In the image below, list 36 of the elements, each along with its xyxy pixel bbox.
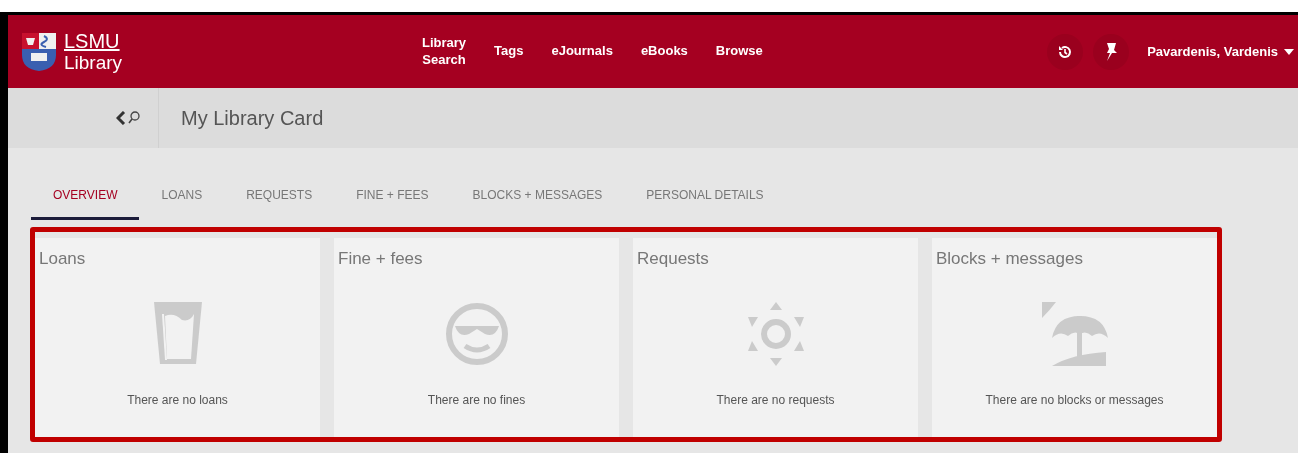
- empty-message: There are no fines: [426, 392, 527, 409]
- sun-icon: [747, 302, 804, 367]
- pin-button[interactable]: [1093, 33, 1130, 70]
- nav-link[interactable]: Tags: [480, 15, 538, 88]
- empty-message: There are no blocks or messages: [984, 392, 1165, 409]
- history-icon: [1057, 43, 1074, 60]
- glass-icon: [153, 302, 202, 367]
- back-button[interactable]: [116, 111, 126, 125]
- nav-link[interactable]: eJournals: [537, 15, 627, 88]
- empty-message: There are no loans: [126, 392, 229, 409]
- search-icon[interactable]: [128, 111, 140, 125]
- logo-subtitle[interactable]: Library: [64, 53, 123, 72]
- tab[interactable]: BLOCKS + MESSAGES: [450, 178, 625, 220]
- history-button[interactable]: [1047, 33, 1084, 70]
- empty-message: There are no requests: [715, 392, 836, 409]
- tab[interactable]: REQUESTS: [224, 178, 335, 220]
- nav-link[interactable]: eBooks: [626, 15, 702, 88]
- tab[interactable]: PERSONAL DETAILS: [624, 178, 786, 220]
- user-menu-button[interactable]: Pavardenis, Vardenis: [1139, 41, 1294, 62]
- tab[interactable]: OVERVIEW: [31, 178, 140, 220]
- card-title: Requests: [636, 248, 710, 270]
- card-title: Blocks + messages: [935, 248, 1084, 270]
- beach-umbrella-icon: [1041, 302, 1108, 367]
- sunglasses-smiley-icon: [444, 302, 509, 367]
- nav-link[interactable]: Library Search: [408, 15, 481, 88]
- page-title: My Library Card: [180, 106, 324, 131]
- tab[interactable]: LOANS: [139, 178, 225, 220]
- crest-logo-icon: [22, 32, 56, 71]
- caret-icon: [1284, 48, 1294, 55]
- card-title: Loans: [38, 248, 87, 270]
- card-title: Fine + fees: [337, 248, 424, 270]
- logo-title[interactable]: LSMU: [64, 31, 123, 51]
- chevron-left-icon: [116, 111, 126, 125]
- tab[interactable]: FINE + FEES: [334, 178, 451, 220]
- nav-link[interactable]: Browse: [701, 15, 777, 88]
- pin-icon: [1104, 42, 1119, 61]
